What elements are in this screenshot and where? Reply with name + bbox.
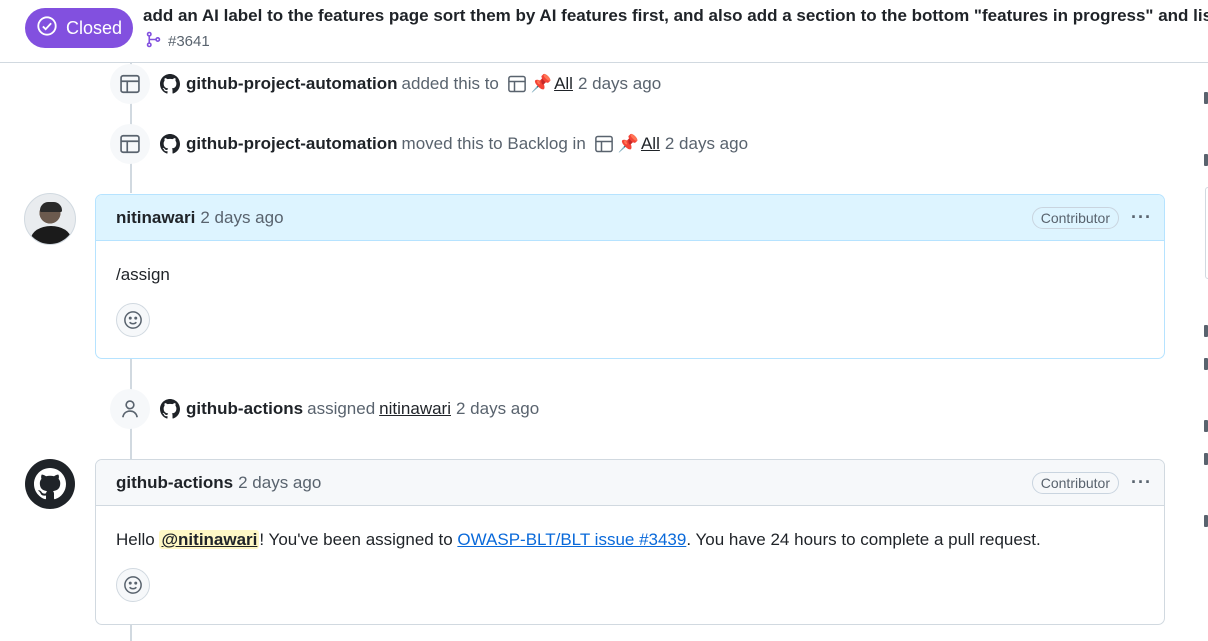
comment-time[interactable]: 2 days ago [238, 473, 321, 493]
sidebar-fragment [1204, 420, 1208, 432]
sticky-issue-header: Closed add an AI label to the features p… [0, 0, 1208, 63]
table-icon [508, 75, 526, 93]
event-actor[interactable]: github-project-automation [186, 134, 398, 154]
avatar[interactable] [24, 458, 76, 510]
timeline-line [130, 625, 132, 641]
timeline-event-assigned: github-actions assigned nitinawari 2 day… [110, 387, 539, 431]
smiley-icon [124, 576, 142, 594]
event-action: moved this to Backlog in [401, 134, 586, 153]
add-reaction-button[interactable] [116, 568, 150, 602]
project-link[interactable]: All [554, 74, 573, 94]
project-link[interactable]: All [641, 134, 660, 154]
github-mark-icon [160, 134, 180, 154]
comment-body: Hello @nitinawari! You've been assigned … [96, 506, 1164, 552]
comment-header: nitinawari 2 days ago Contributor ··· [96, 195, 1164, 241]
user-mention-link[interactable]: @nitinawari [159, 530, 260, 549]
comment-header: github-actions 2 days ago Contributor ··… [96, 460, 1164, 506]
issue-state-badge: Closed [25, 8, 133, 48]
comment-time[interactable]: 2 days ago [200, 208, 283, 228]
sidebar-fragment [1204, 453, 1208, 465]
avatar-shirt [31, 226, 71, 244]
person-icon [110, 389, 150, 429]
issue-state-label: Closed [65, 17, 123, 38]
sidebar-fragment [1204, 515, 1208, 527]
pushpin-emoji: 📌 [617, 134, 639, 153]
comment-card: nitinawari 2 days ago Contributor ··· /a… [95, 194, 1165, 359]
sidebar-clipped [1204, 63, 1208, 641]
sidebar-fragment [1204, 325, 1208, 337]
kebab-menu-button[interactable]: ··· [1131, 207, 1152, 228]
table-icon [594, 135, 613, 153]
event-actor[interactable]: github-actions [186, 399, 303, 419]
body-text: ! You've been assigned to [259, 530, 458, 549]
body-text: . You have 24 hours to complete a pull r… [686, 530, 1041, 549]
comment-body: /assign [116, 265, 170, 284]
github-mark-icon [160, 74, 180, 94]
issue-number[interactable]: #3641 [168, 33, 210, 50]
role-badge: Contributor [1031, 206, 1120, 229]
event-time[interactable]: 2 days ago [665, 134, 748, 154]
comment-author[interactable]: nitinawari [116, 208, 195, 228]
add-reaction-button[interactable] [116, 303, 150, 337]
smiley-icon [124, 311, 142, 329]
table-icon [110, 64, 150, 104]
event-actor[interactable]: github-project-automation [186, 74, 398, 94]
body-text: Hello [116, 530, 160, 549]
role-badge: Contributor [1031, 471, 1120, 494]
github-mark-icon [25, 459, 75, 509]
comment-card: github-actions 2 days ago Contributor ··… [95, 459, 1165, 625]
timeline-event-moved-status: github-project-automation moved this to … [110, 122, 748, 166]
table-icon [110, 124, 150, 164]
event-time[interactable]: 2 days ago [578, 74, 661, 94]
event-action: assigned [307, 399, 376, 418]
event-action: added this to [401, 74, 499, 93]
sidebar-fragment [1204, 358, 1208, 370]
issue-link[interactable]: OWASP-BLT/BLT issue #3439 [457, 530, 686, 549]
comment-author[interactable]: github-actions [116, 473, 233, 493]
sidebar-fragment [1204, 92, 1208, 104]
event-time[interactable]: 2 days ago [456, 399, 539, 419]
assignee-link[interactable]: nitinawari [379, 399, 451, 419]
sidebar-fragment [1204, 154, 1208, 166]
issue-subheader: #3641 [145, 31, 210, 52]
avatar-hair [40, 202, 62, 212]
git-branch-icon [145, 31, 162, 52]
github-mark-icon [160, 399, 180, 419]
kebab-menu-button[interactable]: ··· [1131, 472, 1152, 493]
avatar[interactable] [24, 193, 76, 245]
pushpin-emoji: 📌 [530, 74, 553, 93]
timeline-event-added-to-project: github-project-automation added this to … [110, 62, 661, 106]
issue-closed-icon [36, 15, 58, 42]
issue-title: add an AI label to the features page sor… [143, 6, 1208, 25]
